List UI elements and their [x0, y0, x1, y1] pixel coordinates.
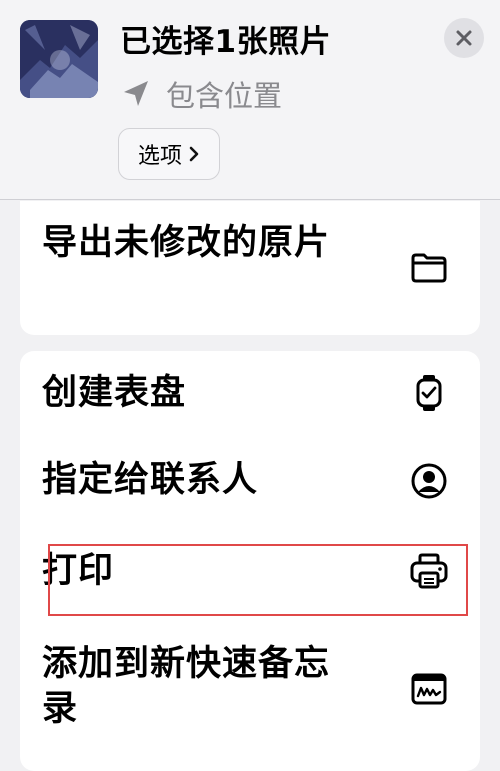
location-arrow-icon	[124, 81, 148, 106]
photo-thumbnail	[20, 20, 98, 98]
chevron-right-icon	[189, 146, 199, 162]
options-label: 选项	[137, 144, 182, 169]
action-add-quick-note[interactable]: 添加到新快速备忘录	[20, 620, 480, 752]
selection-title: 已选择1张照片	[120, 24, 332, 60]
action-assign-to-contact[interactable]: 指定给联系人	[20, 438, 480, 526]
header-divider	[0, 199, 500, 200]
folder-icon	[411, 253, 447, 283]
contact-icon	[411, 463, 447, 499]
print-highlight-annotation	[48, 544, 468, 616]
actions-group-1: 导出未修改的原片	[20, 201, 480, 335]
location-row: 包含位置	[120, 72, 282, 116]
location-label: 包含位置	[166, 79, 283, 113]
watch-icon	[416, 375, 442, 411]
action-label: 添加到新快速备忘录	[42, 644, 331, 729]
options-button[interactable]: 选项	[118, 128, 220, 180]
action-create-watch-face[interactable]: 创建表盘	[20, 351, 480, 437]
action-label: 创建表盘	[42, 373, 187, 413]
close-button[interactable]	[444, 18, 484, 58]
action-label: 指定给联系人	[42, 460, 259, 500]
quick-note-icon	[411, 673, 447, 705]
close-icon	[456, 30, 472, 46]
action-export-original[interactable]: 导出未修改的原片	[20, 201, 480, 335]
share-sheet-header: 已选择1张照片 包含位置 选项	[0, 0, 500, 200]
action-label: 导出未修改的原片	[42, 223, 331, 263]
